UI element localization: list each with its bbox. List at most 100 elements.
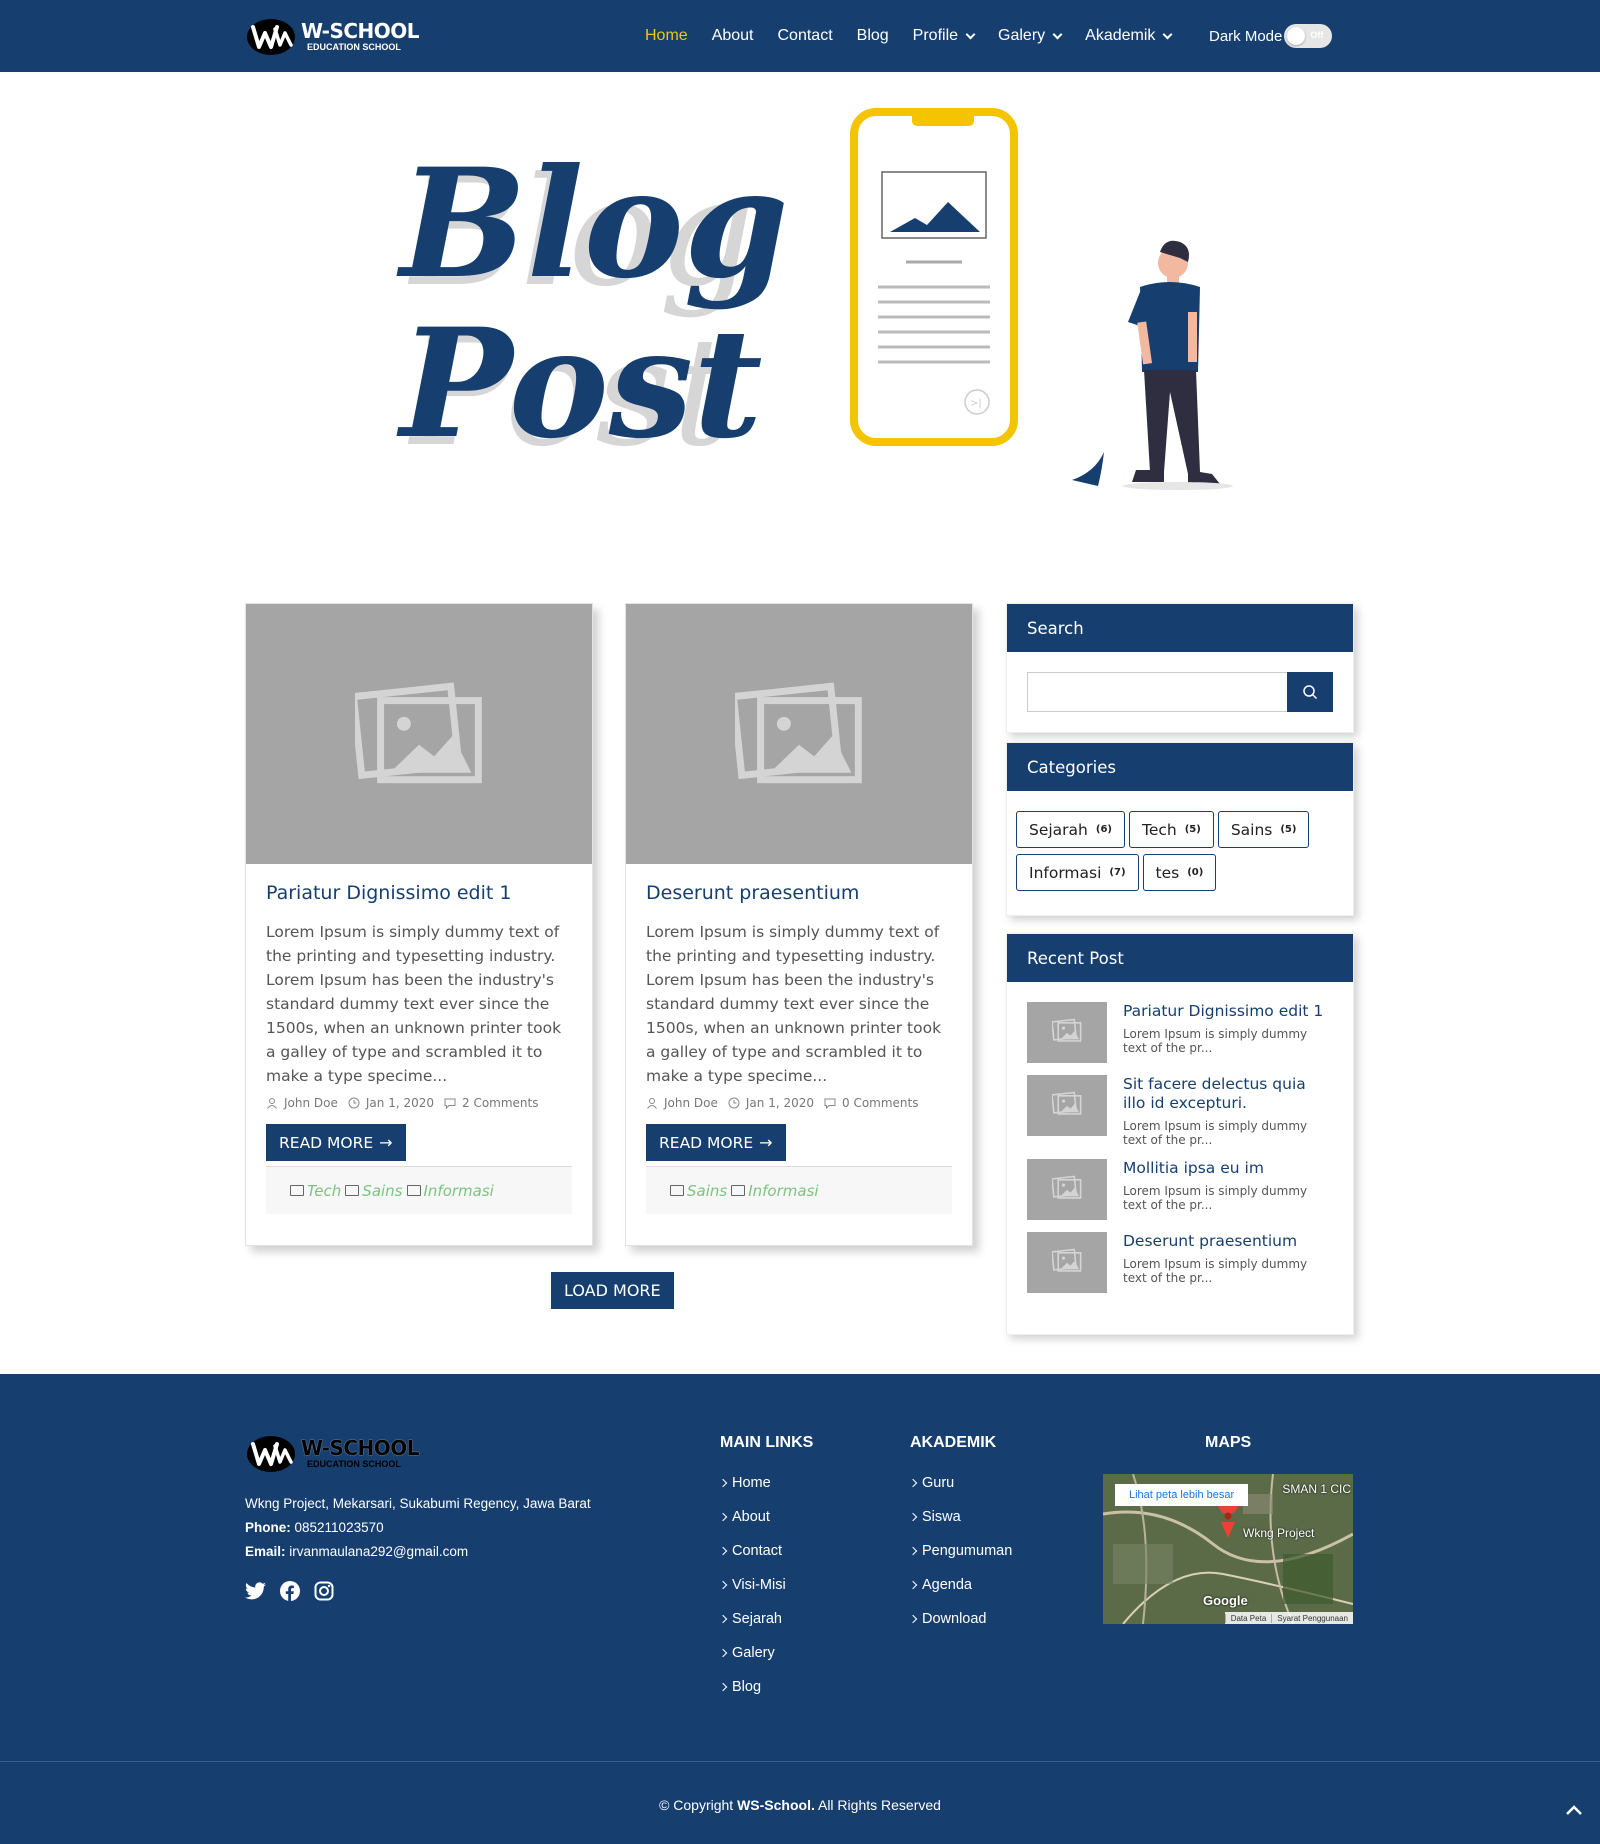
search-widget-title: Search [1007,604,1353,652]
recent-post-title[interactable]: Sit facere delectus quia illo id exceptu… [1123,1075,1333,1113]
footer-email[interactable]: irvanmaulana292@gmail.com [289,1544,468,1559]
back-to-top-icon[interactable] [1564,1800,1584,1820]
footer-link-galery[interactable]: Galery [718,1636,813,1670]
person-illustration-icon [1072,240,1233,490]
post-excerpt: Lorem Ipsum is simply dummy text of the … [266,923,562,1085]
post-tag[interactable]: Sains [670,1182,727,1200]
twitter-icon[interactable] [245,1580,266,1601]
comment-icon [824,1097,836,1110]
category-sejarah[interactable]: Sejarah (6) [1016,811,1125,848]
clock-icon [728,1097,740,1109]
w-logo-icon [245,15,297,57]
user-icon [646,1097,658,1109]
recent-post-item[interactable]: Deserunt praesentium Lorem Ipsum is simpl… [1027,1232,1333,1293]
post-comments[interactable]: 0 Comments [842,1096,919,1110]
category-name: Sains [1230,820,1273,839]
footer-link-pengumuman[interactable]: Pengumuman [908,1534,1012,1568]
recent-post-title[interactable]: Pariatur Dignissimo edit 1 [1123,1002,1333,1021]
nav-item-blog[interactable]: Blog [857,27,889,45]
footer-link-about[interactable]: About [718,1500,813,1534]
recent-post-widget-title: Recent Post [1007,934,1353,982]
footer-link-contact[interactable]: Contact [718,1534,813,1568]
folder-icon [406,1185,421,1196]
footer-brand-logo[interactable]: W-SCHOOL EDUCATION SCHOOL [245,1432,420,1474]
footer-link-guru[interactable]: Guru [908,1466,1012,1500]
category-tes[interactable]: tes (0) [1142,854,1217,891]
footer: W-SCHOOL EDUCATION SCHOOL Wkng Project, … [0,1374,1600,1844]
footer-link-home[interactable]: Home [718,1466,813,1500]
facebook-icon[interactable] [279,1580,300,1601]
chevron-right-icon [718,1614,728,1624]
category-count: (5) [1184,824,1201,835]
post-excerpt: Lorem Ipsum is simply dummy text of the … [646,923,942,1085]
post-author: John Doe [664,1096,718,1110]
map-data-link[interactable]: Data Peta [1224,1613,1272,1623]
categories-widget-title: Categories [1007,743,1353,791]
map-terms-link[interactable]: Syarat Penggunaan [1271,1613,1353,1623]
footer-phone: 085211023570 [294,1520,384,1535]
recent-post-excerpt: Lorem Ipsum is simply dummy text of the … [1123,1257,1308,1285]
dark-mode-toggle[interactable]: Off [1284,24,1333,48]
footer-link-siswa[interactable]: Siswa [908,1500,1012,1534]
nav-item-galery[interactable]: Galery [998,27,1063,45]
image-placeholder-icon [349,678,483,791]
footer-link-download[interactable]: Download [908,1602,1012,1636]
category-sains[interactable]: Sains (5) [1217,811,1310,848]
embedded-map[interactable]: Lihat peta lebih besar SMAN 1 CIC Wkng P… [1103,1474,1353,1624]
chevron-down-icon [965,29,976,39]
nav-item-label: Contact [777,27,833,44]
footer-link-visi-misi[interactable]: Visi-Misi [718,1568,813,1602]
post-author: John Doe [284,1096,338,1110]
post-tag-label: Sains [687,1181,728,1200]
footer-link-agenda[interactable]: Agenda [908,1568,1012,1602]
recent-post-item[interactable]: Sit facere delectus quia illo id exceptu… [1027,1075,1333,1147]
read-more-button[interactable]: READ MORE → [266,1124,406,1161]
post-tag[interactable]: Sains [345,1182,403,1200]
map-larger-link[interactable]: Lihat peta lebih besar [1115,1484,1249,1506]
post-comments[interactable]: 2 Comments [462,1096,539,1110]
search-button[interactable] [1287,672,1333,712]
footer-link-label: Visi-Misi [732,1577,786,1593]
nav-item-profile[interactable]: Profile [913,27,976,45]
nav-item-label: Blog [856,27,889,44]
footer-link-sejarah[interactable]: Sejarah [718,1602,813,1636]
main-links-title: MAIN LINKS [720,1434,814,1451]
post-tag[interactable]: Informasi [731,1182,819,1200]
post-image-placeholder[interactable] [626,604,972,864]
nav-item-about[interactable]: About [712,27,754,45]
post-title[interactable]: Deserunt praesentium [646,882,952,904]
footer-link-label: Agenda [922,1577,972,1593]
post-title[interactable]: Pariatur Dignissimo edit 1 [266,882,572,904]
chevron-down-icon [1162,29,1173,39]
akademik-column: AKADEMIK Guru Siswa Pengumuman Agenda Downlo… [908,1434,1012,1636]
recent-post-title[interactable]: Mollitia ipsa eu im [1123,1159,1333,1178]
post-tags: Sains Informasi [646,1166,952,1214]
chevron-right-icon [718,1580,728,1590]
recent-post-title[interactable]: Deserunt praesentium [1123,1232,1333,1251]
category-tech[interactable]: Tech (5) [1128,811,1214,848]
phone-badge: >| [970,398,982,409]
image-placeholder-icon [1051,1091,1082,1120]
footer-link-label: Siswa [922,1509,961,1525]
footer-link-label: Contact [732,1543,782,1559]
recent-post-item[interactable]: Pariatur Dignissimo edit 1 Lorem Ipsum is… [1027,1002,1333,1063]
category-informasi[interactable]: Informasi (7) [1016,854,1139,891]
post-tag[interactable]: Tech [290,1182,341,1200]
post-image-placeholder[interactable] [246,604,592,864]
recent-post-item[interactable]: Mollitia ipsa eu im Lorem Ipsum is simply… [1027,1159,1333,1220]
search-input[interactable] [1027,672,1288,712]
load-more-button[interactable]: LOAD MORE [551,1272,674,1309]
nav-item-label: Akademik [1085,27,1156,44]
footer-link-label: Guru [922,1475,955,1491]
footer-link-blog[interactable]: Blog [718,1670,813,1704]
read-more-button[interactable]: READ MORE → [646,1124,786,1161]
instagram-icon[interactable] [313,1580,334,1601]
copyright-prefix: © Copyright [659,1797,734,1813]
post-date: Jan 1, 2020 [745,1096,814,1110]
nav-item-contact[interactable]: Contact [778,27,833,45]
nav-item-home[interactable]: Home [645,27,688,45]
read-more-label: READ MORE [279,1133,374,1152]
brand-logo[interactable]: W-SCHOOL EDUCATION SCHOOL [245,14,420,58]
post-tag[interactable]: Informasi [406,1182,494,1200]
nav-item-akademik[interactable]: Akademik [1085,27,1173,45]
